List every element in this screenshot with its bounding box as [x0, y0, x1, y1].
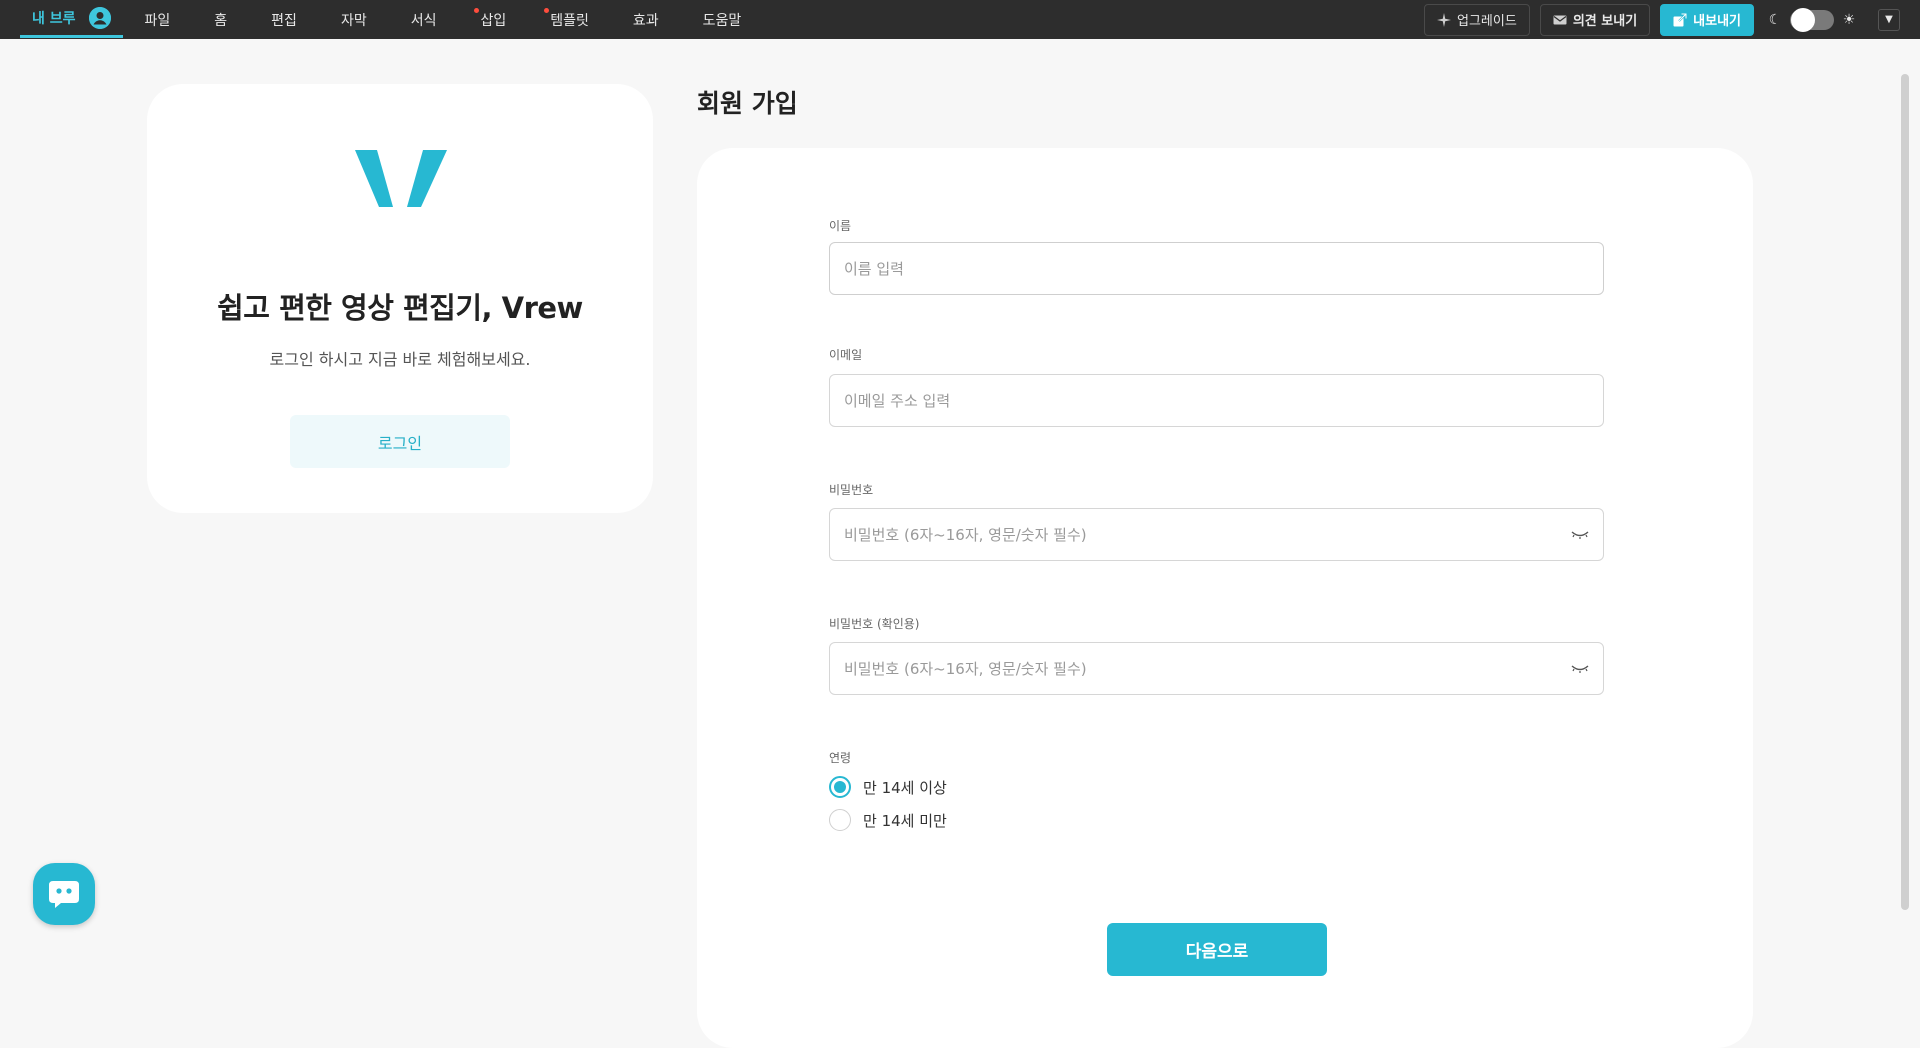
- menu-effects-label: 효과: [632, 12, 659, 29]
- toolbar-right: 업그레이드 의견 보내기 내보내기 ☾ ☀ ▼: [1424, 0, 1920, 39]
- menu-format[interactable]: 서식: [389, 0, 459, 39]
- menu-subtitle-label: 자막: [340, 12, 367, 29]
- tab-my-vrew-label: 내 브루: [32, 10, 76, 27]
- next-button[interactable]: 다음으로: [1107, 923, 1327, 976]
- mail-icon: [1553, 15, 1567, 24]
- radio-button-checked[interactable]: [829, 776, 851, 798]
- export-button[interactable]: 내보내기: [1660, 3, 1754, 36]
- menu-file-label: 파일: [144, 12, 171, 29]
- menu-help[interactable]: 도움말: [681, 0, 764, 39]
- age-label: 연령: [829, 751, 852, 765]
- vrew-logo: [355, 150, 447, 207]
- moon-icon: ☾: [1768, 11, 1782, 28]
- top-menu-bar: 내 브루 파일 홈 편집 자막 서식 삽입 템플릿 효과 도움말 업그레이드 의…: [0, 0, 1920, 39]
- page-title: 회원 가입: [697, 89, 798, 118]
- name-input[interactable]: [844, 259, 1589, 278]
- password-field: [829, 508, 1604, 561]
- password-input[interactable]: [844, 525, 1571, 544]
- chat-support-button[interactable]: [33, 863, 95, 925]
- tab-my-vrew[interactable]: 내 브루: [20, 0, 123, 38]
- scrollbar-thumb[interactable]: [1901, 74, 1909, 910]
- menu-help-label: 도움말: [702, 12, 742, 29]
- feedback-label: 의견 보내기: [1572, 14, 1638, 29]
- sun-icon: ☀: [1842, 11, 1856, 28]
- eye-closed-icon[interactable]: [1571, 663, 1589, 675]
- email-field: [829, 374, 1604, 427]
- age-option-label: 만 14세 미만: [863, 811, 947, 830]
- menu-file[interactable]: 파일: [123, 0, 193, 39]
- menu-effects[interactable]: 효과: [611, 0, 681, 39]
- menu-edit-label: 편집: [271, 12, 297, 29]
- sparkle-icon: [1437, 12, 1452, 27]
- menu-insert-label: 삽입: [480, 12, 507, 29]
- export-label: 내보내기: [1693, 14, 1741, 29]
- password-confirm-label: 비밀번호 (확인용): [829, 617, 920, 631]
- theme-toggle[interactable]: [1790, 7, 1834, 32]
- scrollbar[interactable]: [1901, 74, 1909, 910]
- signup-form-card: 이름 이메일 비밀번호 비밀번호 (확인용) 연령 만 14세 이상 만 14세…: [697, 148, 1753, 1048]
- user-avatar-icon: [88, 6, 111, 29]
- menu-home-label: 홈: [214, 12, 228, 29]
- chat-icon: [49, 881, 79, 908]
- feedback-button[interactable]: 의견 보내기: [1539, 3, 1651, 36]
- promo-subtext: 로그인 하시고 지금 바로 체험해보세요.: [269, 350, 531, 369]
- login-promo-card: 쉽고 편한 영상 편집기, Vrew 로그인 하시고 지금 바로 체험해보세요.…: [147, 84, 653, 513]
- email-label: 이메일: [829, 348, 863, 362]
- main-menu: 내 브루 파일 홈 편집 자막 서식 삽입 템플릿 효과 도움말: [0, 0, 763, 39]
- eye-closed-icon[interactable]: [1571, 529, 1589, 541]
- password-confirm-field: [829, 642, 1604, 695]
- menu-subtitle[interactable]: 자막: [319, 0, 389, 39]
- new-badge-dot: [474, 8, 480, 13]
- toggle-knob: [1791, 7, 1815, 32]
- login-button[interactable]: 로그인: [290, 415, 510, 468]
- chevron-down-icon[interactable]: ▼: [1878, 8, 1900, 31]
- menu-template-label: 템플릿: [550, 12, 589, 29]
- menu-format-label: 서식: [410, 12, 437, 29]
- upgrade-label: 업그레이드: [1457, 14, 1517, 29]
- age-option-label: 만 14세 이상: [863, 778, 947, 797]
- upgrade-button[interactable]: 업그레이드: [1424, 3, 1530, 36]
- name-field: [829, 242, 1604, 295]
- new-badge-dot: [544, 8, 550, 13]
- age-option-under-14[interactable]: 만 14세 미만: [829, 809, 947, 831]
- export-icon: [1673, 12, 1688, 26]
- menu-home[interactable]: 홈: [192, 0, 249, 39]
- password-label: 비밀번호: [829, 483, 874, 497]
- menu-template[interactable]: 템플릿: [528, 0, 611, 39]
- theme-switcher: ☾ ☀: [1768, 7, 1856, 32]
- radio-button[interactable]: [829, 809, 851, 831]
- name-label: 이름: [829, 219, 852, 233]
- menu-edit[interactable]: 편집: [249, 0, 319, 39]
- promo-headline: 쉽고 편한 영상 편집기, Vrew: [217, 291, 583, 325]
- age-option-14-plus[interactable]: 만 14세 이상: [829, 776, 947, 798]
- password-confirm-input[interactable]: [844, 659, 1571, 678]
- menu-insert[interactable]: 삽입: [458, 0, 528, 39]
- email-input[interactable]: [844, 391, 1589, 410]
